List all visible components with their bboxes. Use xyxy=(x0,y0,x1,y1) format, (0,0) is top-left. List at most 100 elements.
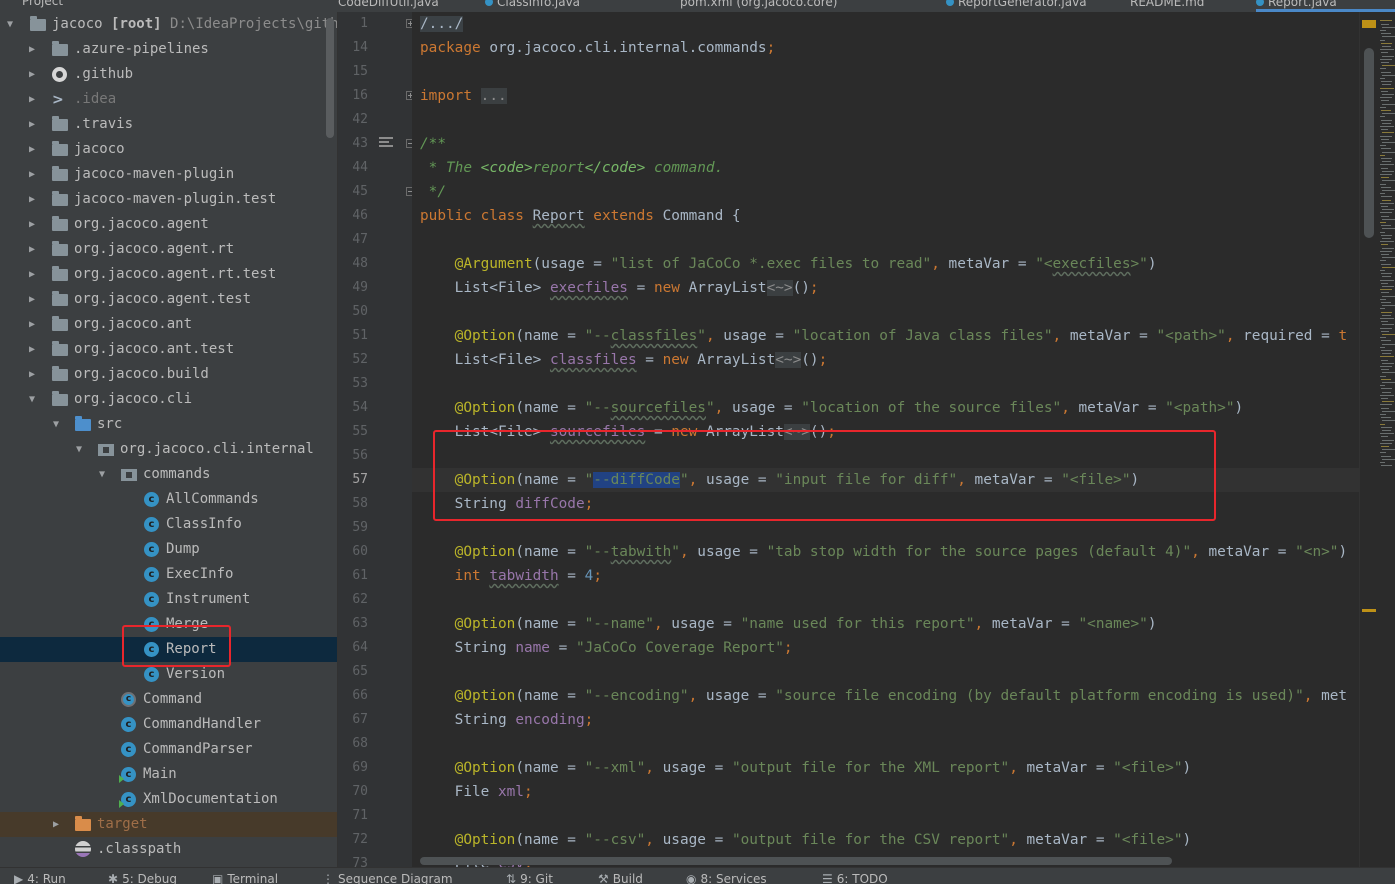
chevron-right-icon[interactable]: ▶ xyxy=(26,287,38,312)
tree-row-allcommands[interactable]: AllCommands xyxy=(0,487,337,512)
code-line[interactable]: */ xyxy=(420,180,446,204)
tree-row-src[interactable]: ▼ src xyxy=(0,412,337,437)
project-tool-window[interactable]: ▼ jacoco [root] D:\IdeaProjects\githu ▶ … xyxy=(0,12,337,867)
tree-row-idea[interactable]: ▶ > .idea xyxy=(0,87,337,112)
code-line[interactable]: String name = "JaCoCo Coverage Report"; xyxy=(420,636,793,660)
tree-row-travis[interactable]: ▶ .travis xyxy=(0,112,337,137)
scrollbar-thumb[interactable] xyxy=(1364,48,1374,238)
chevron-right-icon[interactable]: ▶ xyxy=(26,312,38,337)
code-line[interactable]: @Option(name = "--name", usage = "name u… xyxy=(420,612,1157,636)
javadoc-render-icon[interactable] xyxy=(379,137,393,151)
tree-row-org-jacoco-agent-test[interactable]: ▶ org.jacoco.agent.test xyxy=(0,287,337,312)
editor-tab-pom[interactable]: pom.xml (org.jacoco.core) xyxy=(680,0,938,12)
tool-window-sequence-diagram[interactable]: ⋮ Sequence Diagram xyxy=(322,872,453,884)
line-number: 72 xyxy=(352,832,368,847)
chevron-right-icon[interactable]: ▶ xyxy=(26,337,38,362)
tree-row-commandhandler[interactable]: CommandHandler xyxy=(0,712,337,737)
editor-tab-reportgenerator[interactable]: ReportGenerator.java xyxy=(946,0,1124,12)
code-line[interactable]: @Argument(usage = "list of JaCoCo *.exec… xyxy=(420,252,1157,276)
chevron-right-icon[interactable]: ▶ xyxy=(26,262,38,287)
tree-row-commands[interactable]: ▼ commands xyxy=(0,462,337,487)
chevron-right-icon[interactable]: ▶ xyxy=(26,62,38,87)
chevron-right-icon[interactable]: ▶ xyxy=(26,362,38,387)
tool-window-services[interactable]: ◉ 8: Services xyxy=(686,872,767,884)
chevron-right-icon[interactable]: ▶ xyxy=(26,162,38,187)
chevron-right-icon[interactable]: ▶ xyxy=(26,87,38,112)
warning-marker[interactable] xyxy=(1362,609,1376,612)
code-line[interactable]: @Option(name = "--tabwith", usage = "tab… xyxy=(420,540,1347,564)
tool-window-terminal[interactable]: ▣ Terminal xyxy=(212,872,278,884)
code-line[interactable]: @Option(name = "--xml", usage = "output … xyxy=(420,756,1192,780)
code-line[interactable]: @Option(name = "--encoding", usage = "so… xyxy=(420,684,1347,708)
chevron-right-icon[interactable]: ▶ xyxy=(26,137,38,162)
editor-tab-codediffutil[interactable]: CodeDiffUtil.java xyxy=(338,0,478,12)
code-line[interactable]: String encoding; xyxy=(420,708,594,732)
chevron-right-icon[interactable]: ▶ xyxy=(26,187,38,212)
tree-row-main[interactable]: Main xyxy=(0,762,337,787)
tool-window-build[interactable]: ⚒ Build xyxy=(598,872,643,884)
folded-header-comment[interactable]: /.../ xyxy=(420,16,464,32)
project-scrollbar[interactable] xyxy=(326,18,334,138)
chevron-down-icon[interactable]: ▼ xyxy=(4,12,16,37)
editor-tab-classinfo[interactable]: ClassInfo.java xyxy=(485,0,673,12)
code-line[interactable]: /.../ xyxy=(420,12,464,36)
code-line[interactable]: List<File> execfiles = new ArrayList<~>(… xyxy=(420,276,819,300)
tree-row-github[interactable]: ▶ .github xyxy=(0,62,337,87)
tree-row-org-jacoco-cli[interactable]: ▼ org.jacoco.cli xyxy=(0,387,337,412)
code-line[interactable]: * The <code>report</code> command. xyxy=(420,156,724,180)
tree-row-org-jacoco-cli-internal[interactable]: ▼ org.jacoco.cli.internal xyxy=(0,437,337,462)
tree-row-command[interactable]: Command xyxy=(0,687,337,712)
code-line[interactable]: File xml; xyxy=(420,780,533,804)
code-line[interactable]: @Option(name = "--csv", usage = "output … xyxy=(420,828,1192,852)
tree-row-org-jacoco-ant[interactable]: ▶ org.jacoco.ant xyxy=(0,312,337,337)
tree-row-jacoco-maven-plugin-test[interactable]: ▶ jacoco-maven-plugin.test xyxy=(0,187,337,212)
tree-row-instrument[interactable]: Instrument xyxy=(0,587,337,612)
chevron-down-icon[interactable]: ▼ xyxy=(26,387,38,412)
tool-window-git[interactable]: ⇅ 9: Git xyxy=(506,872,553,884)
tree-row-dump[interactable]: Dump xyxy=(0,537,337,562)
chevron-right-icon[interactable]: ▶ xyxy=(26,212,38,237)
tree-row-execinfo[interactable]: ExecInfo xyxy=(0,562,337,587)
editor-gutter[interactable]: 1 14 15 16 42 43 44 45 46 47 48 49 50 51 52 53 54 55 56 57 5… xyxy=(338,12,412,867)
tree-row-commandparser[interactable]: CommandParser xyxy=(0,737,337,762)
warning-marker[interactable] xyxy=(1362,20,1376,28)
chevron-right-icon[interactable]: ▶ xyxy=(26,37,38,62)
code-line[interactable]: public class Report extends Command { xyxy=(420,204,741,228)
code-line[interactable]: /** xyxy=(420,132,446,156)
chevron-right-icon[interactable]: ▶ xyxy=(50,812,62,837)
tree-row-classinfo[interactable]: ClassInfo xyxy=(0,512,337,537)
tree-row-root[interactable]: ▼ jacoco [root] D:\IdeaProjects\githu xyxy=(0,12,337,37)
code-line[interactable]: List<File> classfiles = new ArrayList<~>… xyxy=(420,348,827,372)
chevron-down-icon[interactable]: ▼ xyxy=(50,412,62,437)
editor-tab-readme[interactable]: README.md xyxy=(1130,0,1250,12)
chevron-right-icon[interactable]: ▶ xyxy=(26,237,38,262)
tree-row-xmldocumentation[interactable]: XmlDocumentation xyxy=(0,787,337,812)
tool-window-todo[interactable]: ☰ 6: TODO xyxy=(822,872,888,884)
code-line[interactable]: @Option(name = "--classfiles", usage = "… xyxy=(420,324,1347,348)
tool-window-debug[interactable]: ✱ 5: Debug xyxy=(108,872,177,884)
code-line[interactable]: import ... xyxy=(420,84,507,108)
tree-row-target[interactable]: ▶ target xyxy=(0,812,337,837)
tree-row-org-jacoco-ant-test[interactable]: ▶ org.jacoco.ant.test xyxy=(0,337,337,362)
folded-imports[interactable]: ... xyxy=(480,88,507,104)
chevron-down-icon[interactable]: ▼ xyxy=(96,462,108,487)
code-line[interactable]: @Option(name = "--sourcefiles", usage = … xyxy=(420,396,1244,420)
code-line[interactable]: int tabwidth = 4; xyxy=(420,564,602,588)
editor-horizontal-scrollbar[interactable] xyxy=(420,857,1172,865)
tree-row-jacoco[interactable]: ▶ jacoco xyxy=(0,137,337,162)
tree-row-org-jacoco-agent-rt-test[interactable]: ▶ org.jacoco.agent.rt.test xyxy=(0,262,337,287)
module-folder-icon xyxy=(52,341,68,356)
chevron-right-icon[interactable]: ▶ xyxy=(26,112,38,137)
module-folder-icon xyxy=(52,216,68,231)
tree-row-org-jacoco-agent[interactable]: ▶ org.jacoco.agent xyxy=(0,212,337,237)
tool-window-run[interactable]: ▶ 4: Run xyxy=(14,872,66,884)
tree-row-org-jacoco-agent-rt[interactable]: ▶ org.jacoco.agent.rt xyxy=(0,237,337,262)
tree-row-org-jacoco-build[interactable]: ▶ org.jacoco.build xyxy=(0,362,337,387)
code-line[interactable]: package org.jacoco.cli.internal.commands… xyxy=(420,36,775,60)
tree-row-azure-pipelines[interactable]: ▶ .azure-pipelines xyxy=(0,37,337,62)
editor-vertical-scrollbar[interactable] xyxy=(1359,12,1378,867)
tree-row-classpath[interactable]: .classpath xyxy=(0,837,337,862)
chevron-down-icon[interactable]: ▼ xyxy=(73,437,85,462)
editor-tab-report[interactable]: Report.java xyxy=(1256,0,1395,12)
tree-row-jacoco-maven-plugin[interactable]: ▶ jacoco-maven-plugin xyxy=(0,162,337,187)
